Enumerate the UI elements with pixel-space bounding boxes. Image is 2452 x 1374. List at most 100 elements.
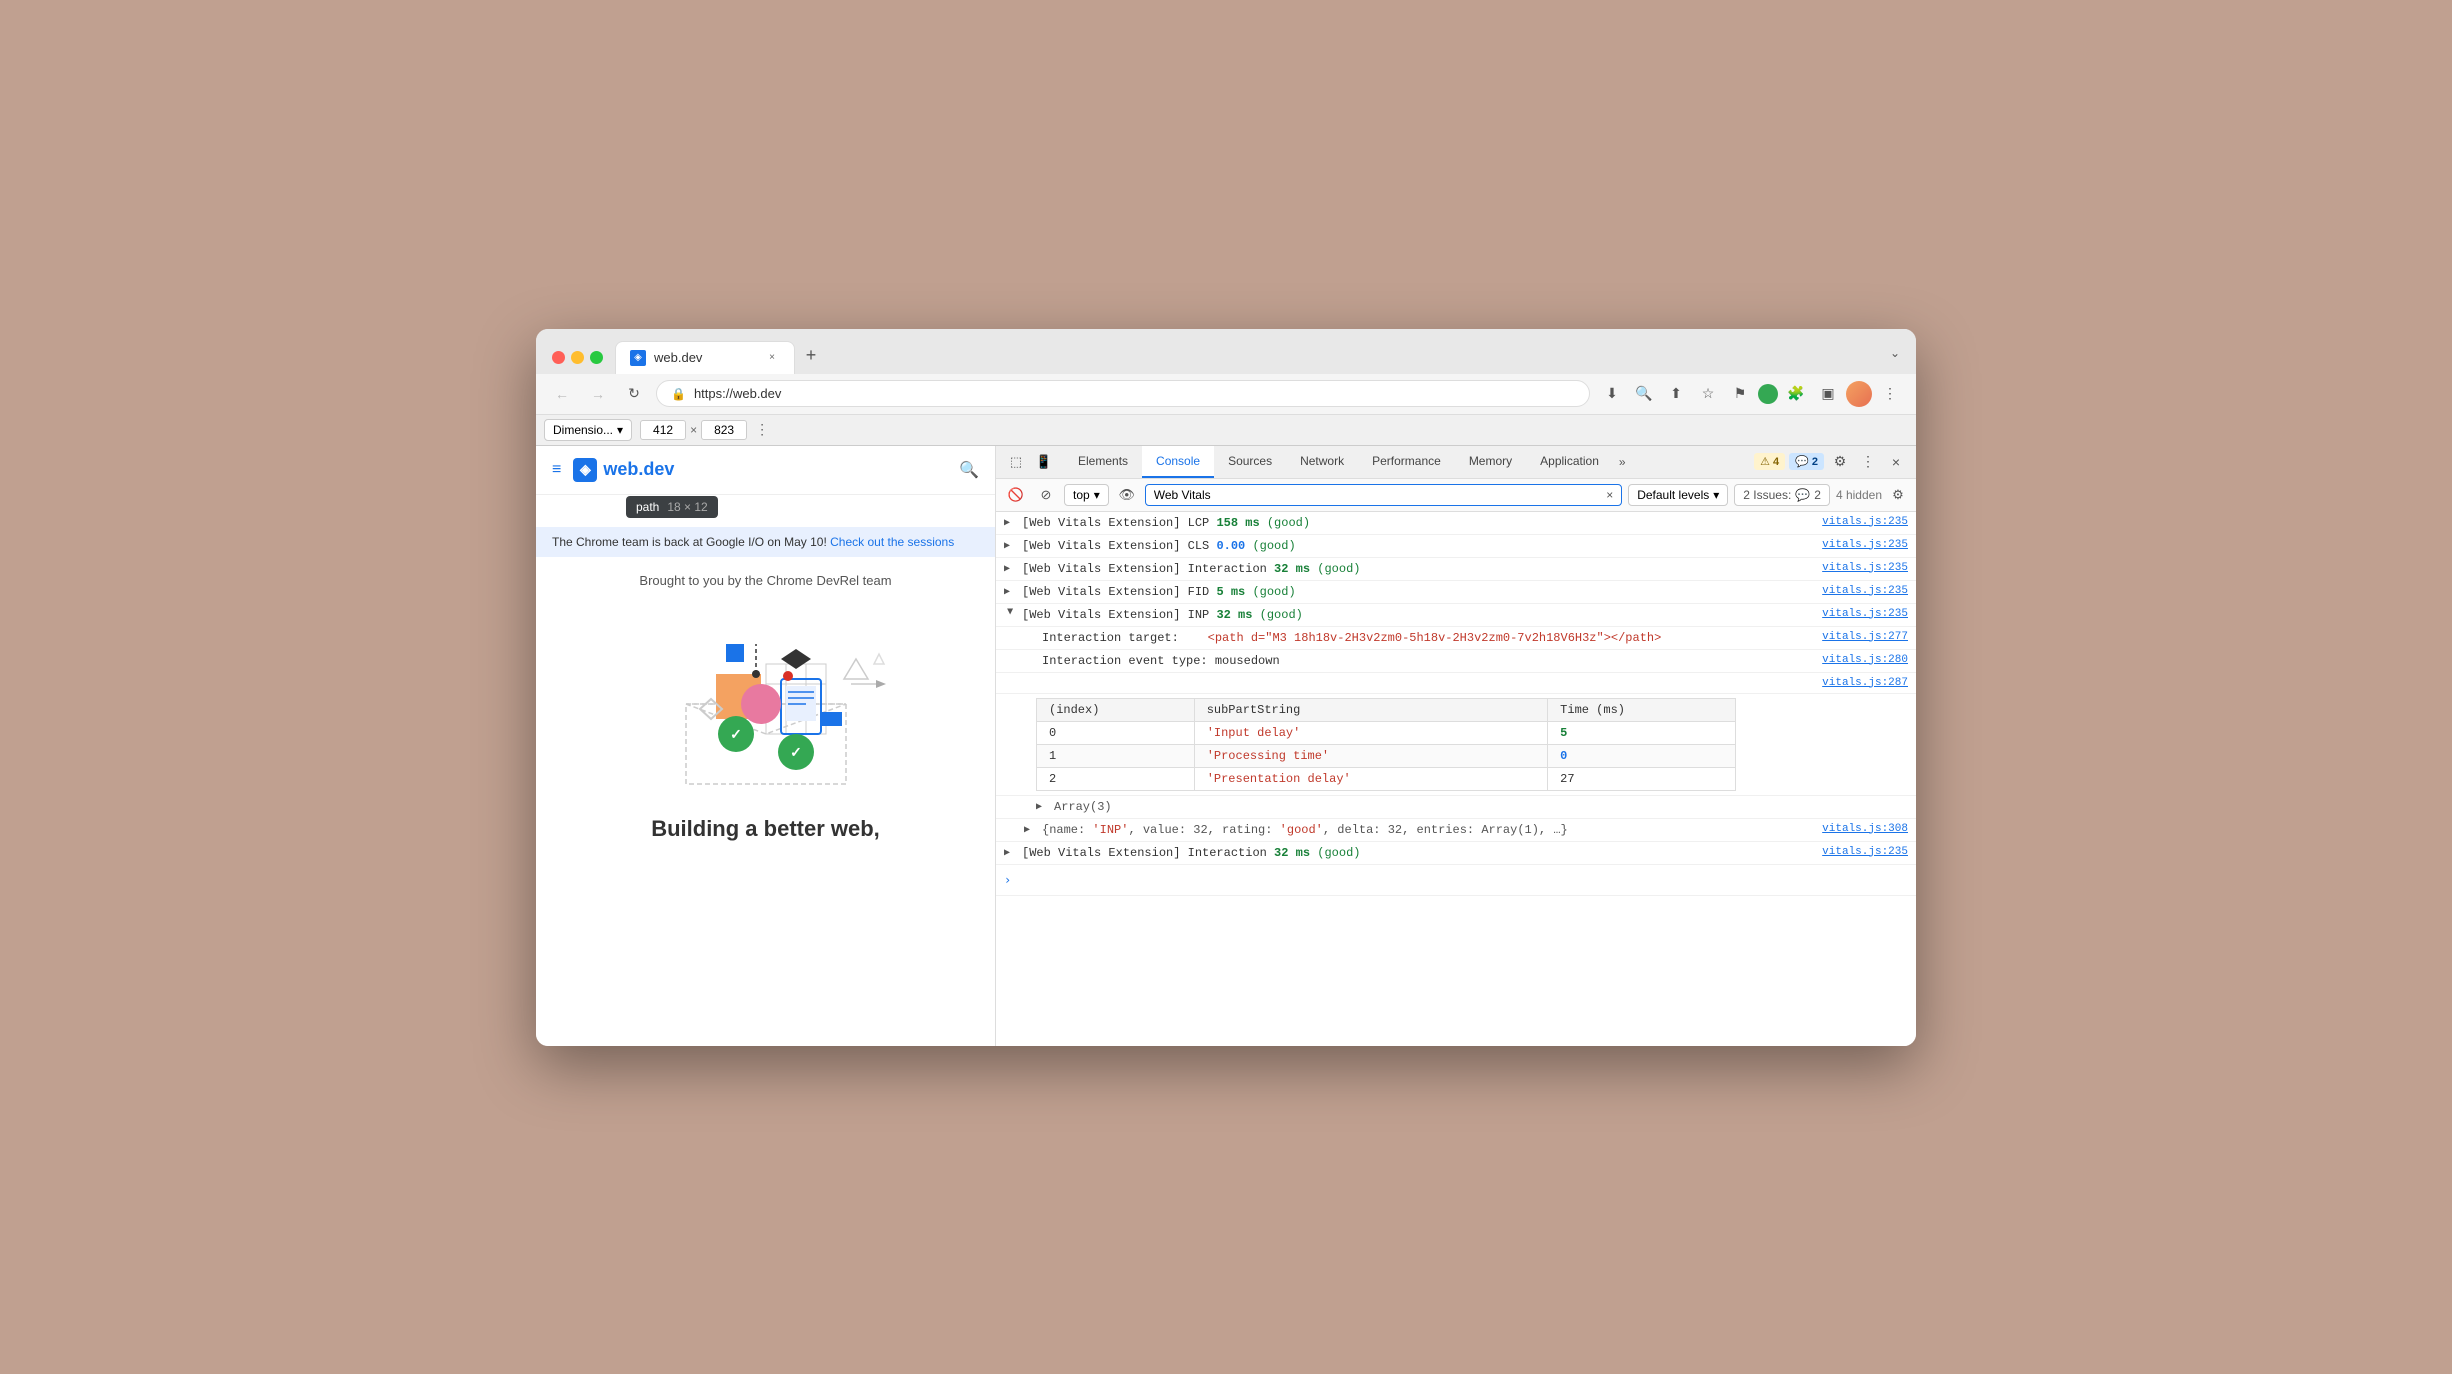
console-settings-button[interactable]: ⚙ xyxy=(1888,485,1908,505)
console-eye-button[interactable]: 👁 xyxy=(1115,483,1139,507)
console-row-lcp[interactable]: ▶ [Web Vitals Extension] LCP 158 ms (goo… xyxy=(996,512,1916,535)
console-file-interaction2[interactable]: vitals.js:235 xyxy=(1822,846,1908,858)
console-context-dropdown[interactable]: top ▾ xyxy=(1064,484,1109,506)
console-row-interaction1[interactable]: ▶ [Web Vitals Extension] Interaction 32 … xyxy=(996,558,1916,581)
share-button[interactable]: ⬆ xyxy=(1662,380,1690,408)
console-file-inp[interactable]: vitals.js:235 xyxy=(1822,608,1908,620)
console-row-empty: vitals.js:287 xyxy=(996,673,1916,694)
devtools-settings-button[interactable]: ⚙ xyxy=(1828,450,1852,474)
tab-performance[interactable]: Performance xyxy=(1358,446,1455,478)
announcement-bar: The Chrome team is back at Google I/O on… xyxy=(536,527,995,557)
extensions-button[interactable]: 🧩 xyxy=(1782,380,1810,408)
hamburger-icon[interactable]: ≡ xyxy=(552,461,561,479)
width-input[interactable] xyxy=(640,420,686,440)
devtools-more-panels[interactable]: » xyxy=(1613,447,1632,477)
dimension-selector[interactable]: Dimensio... ▾ xyxy=(544,419,632,441)
console-content: ▶ [Web Vitals Extension] LCP 158 ms (goo… xyxy=(996,512,1916,1046)
console-row-fid[interactable]: ▶ [Web Vitals Extension] FID 5 ms (good)… xyxy=(996,581,1916,604)
array-content: Array(3) xyxy=(1054,800,1112,814)
devtools-menu-button[interactable]: ⋮ xyxy=(1856,450,1880,474)
console-table-wrapper: (index) subPartString Time (ms) 0 'Input… xyxy=(996,694,1916,796)
console-file-cls[interactable]: vitals.js:235 xyxy=(1822,539,1908,551)
layout-button[interactable]: ▣ xyxy=(1814,380,1842,408)
expand-arrow-inp: ▶ xyxy=(1004,608,1017,620)
devtools-inspect-button[interactable]: ⬚ xyxy=(1004,448,1028,476)
tab-elements[interactable]: Elements xyxy=(1064,446,1142,478)
table-row: 0 'Input delay' 5 xyxy=(1037,721,1736,744)
tab-close-button[interactable]: × xyxy=(764,350,780,366)
new-tab-button[interactable]: + xyxy=(797,342,825,370)
console-clear-button[interactable]: 🚫 xyxy=(1004,483,1028,507)
devtools-close-button[interactable]: × xyxy=(1884,450,1908,474)
address-bar[interactable]: 🔒 https://web.dev xyxy=(656,380,1590,407)
console-object-content: {name: 'INP', value: 32, rating: 'good',… xyxy=(1042,823,1816,837)
close-window-button[interactable] xyxy=(552,351,565,364)
download-button[interactable]: ⬇ xyxy=(1598,380,1626,408)
console-row-cls[interactable]: ▶ [Web Vitals Extension] CLS 0.00 (good)… xyxy=(996,535,1916,558)
profile-button[interactable] xyxy=(1846,381,1872,407)
maximize-window-button[interactable] xyxy=(590,351,603,364)
dimension-inputs: × xyxy=(640,420,747,440)
brought-by-text: Brought to you by the Chrome DevRel team xyxy=(639,573,891,588)
console-file-interaction1[interactable]: vitals.js:235 xyxy=(1822,562,1908,574)
table-row: 2 'Presentation delay' 27 xyxy=(1037,767,1736,790)
bookmark-button[interactable]: ☆ xyxy=(1694,380,1722,408)
console-cursor-row[interactable]: › xyxy=(996,865,1916,896)
height-input[interactable] xyxy=(701,420,747,440)
cursor-prompt: › xyxy=(1004,873,1011,887)
tab-memory[interactable]: Memory xyxy=(1455,446,1526,478)
logo-icon: ◈ xyxy=(573,458,597,482)
responsive-more-button[interactable]: ⋮ xyxy=(755,421,769,438)
console-file-event-type[interactable]: vitals.js:280 xyxy=(1822,654,1908,666)
tab-application[interactable]: Application xyxy=(1526,446,1613,478)
forward-button[interactable]: → xyxy=(584,380,612,408)
devtools-responsive-button[interactable]: 📱 xyxy=(1032,448,1056,476)
warning-badge[interactable]: ⚠ 4 xyxy=(1754,453,1785,470)
svg-text:✓: ✓ xyxy=(790,744,802,760)
nav-actions: ⬇ 🔍 ⬆ ☆ ⚑ 🧩 ▣ ⋮ xyxy=(1598,380,1904,408)
console-search-input[interactable] xyxy=(1154,488,1606,502)
console-issues-button[interactable]: 2 Issues: 💬 2 xyxy=(1734,484,1830,506)
announcement-link[interactable]: Check out the sessions xyxy=(830,535,954,549)
tabs-bar: web.dev × + xyxy=(615,341,1878,374)
webpage-content: Brought to you by the Chrome DevRel team xyxy=(536,557,995,858)
path-tooltip-label: path xyxy=(636,500,659,514)
zoom-button[interactable]: 🔍 xyxy=(1630,380,1658,408)
console-row-interaction2[interactable]: ▶ [Web Vitals Extension] Interaction 32 … xyxy=(996,842,1916,865)
green-extension-button[interactable] xyxy=(1758,384,1778,404)
info-badge[interactable]: 💬 2 xyxy=(1789,453,1824,470)
tab-favicon xyxy=(630,350,646,366)
warning-count: 4 xyxy=(1773,456,1779,468)
console-row-inp[interactable]: ▶ [Web Vitals Extension] INP 32 ms (good… xyxy=(996,604,1916,627)
expand-arrow-event xyxy=(1024,654,1036,655)
info-icon: 💬 xyxy=(1795,455,1809,468)
issues-icon: 💬 xyxy=(1795,488,1810,502)
console-levels-dropdown[interactable]: Default levels ▾ xyxy=(1628,484,1728,506)
console-search-clear-button[interactable]: × xyxy=(1606,488,1613,502)
table-cell-index-2: 2 xyxy=(1037,767,1195,790)
active-tab[interactable]: web.dev × xyxy=(615,341,795,374)
path-tooltip: path 18 × 12 xyxy=(626,496,718,518)
console-object-row[interactable]: ▶ {name: 'INP', value: 32, rating: 'good… xyxy=(996,819,1916,842)
minimize-window-button[interactable] xyxy=(571,351,584,364)
tab-sources[interactable]: Sources xyxy=(1214,446,1286,478)
issues-count: 2 xyxy=(1814,488,1821,502)
flag-button[interactable]: ⚑ xyxy=(1726,380,1754,408)
console-file-object[interactable]: vitals.js:308 xyxy=(1822,823,1908,835)
refresh-button[interactable]: ↻ xyxy=(620,380,648,408)
console-array-row[interactable]: ▶ Array(3) xyxy=(996,796,1916,819)
console-file-empty[interactable]: vitals.js:287 xyxy=(1822,677,1908,689)
more-button[interactable]: ⋮ xyxy=(1876,380,1904,408)
tab-chevron-button[interactable]: ⌄ xyxy=(1890,346,1900,368)
console-file-lcp[interactable]: vitals.js:235 xyxy=(1822,516,1908,528)
console-file-fid[interactable]: vitals.js:235 xyxy=(1822,585,1908,597)
webpage-illustration: ✓ ✓ xyxy=(626,604,906,804)
warning-icon: ⚠ xyxy=(1760,455,1770,468)
console-file-target[interactable]: vitals.js:277 xyxy=(1822,631,1908,643)
search-icon[interactable]: 🔍 xyxy=(959,460,979,480)
tab-console[interactable]: Console xyxy=(1142,446,1214,478)
console-pause-button[interactable]: ⊘ xyxy=(1034,483,1058,507)
tab-network[interactable]: Network xyxy=(1286,446,1358,478)
webdev-logo[interactable]: ◈ web.dev xyxy=(573,458,674,482)
back-button[interactable]: ← xyxy=(548,380,576,408)
